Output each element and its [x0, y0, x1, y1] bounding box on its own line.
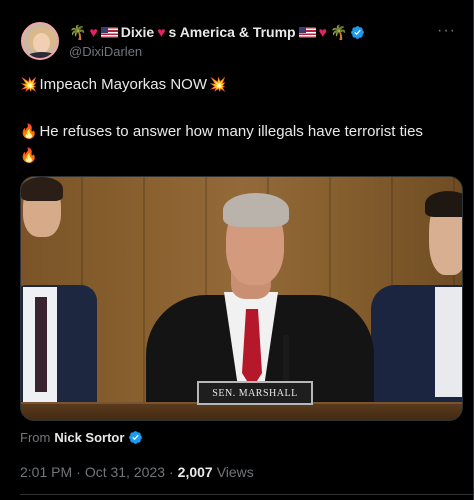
views-label: Views — [216, 464, 254, 480]
nameplate: SEN. MARSHALL — [197, 381, 313, 405]
tweet-text-headline: Impeach Mayorkas NOW — [39, 76, 207, 93]
tweet-text-line-2: 🔥 He refuses to answer how many illegals… — [20, 123, 423, 140]
collision-icon: 💥 — [20, 76, 38, 92]
display-name[interactable]: 🌴 ♥ Dixie ♥ s America & Trump ♥ 🌴 — [69, 22, 365, 42]
palm-tree-icon: 🌴 — [69, 24, 87, 40]
tweet[interactable]: 🌴 ♥ Dixie ♥ s America & Trump ♥ 🌴 @DixiD… — [0, 0, 474, 500]
meta-separator: · — [168, 464, 174, 480]
tweet-time[interactable]: 2:01 PM — [20, 464, 72, 480]
heart-icon: ♥ — [318, 24, 327, 40]
avatar[interactable] — [21, 22, 59, 60]
heart-icon: ♥ — [89, 24, 98, 40]
source-name[interactable]: Nick Sortor — [54, 430, 124, 445]
us-flag-icon — [298, 26, 316, 38]
divider — [20, 494, 474, 495]
heart-icon: ♥ — [157, 24, 166, 40]
tweet-text-body: He refuses to answer how many illegals h… — [39, 123, 423, 140]
tweet-text-line-1: 💥 Impeach Mayorkas NOW 💥 — [20, 76, 226, 93]
handle[interactable]: @DixiDarlen — [69, 44, 142, 59]
video-media[interactable]: SEN. MARSHALL — [20, 176, 463, 421]
palm-tree-icon: 🌴 — [329, 24, 348, 40]
fire-icon: 🔥 — [20, 123, 38, 139]
tweet-date[interactable]: Oct 31, 2023 — [85, 464, 165, 480]
display-name-part-1: Dixie — [120, 24, 155, 40]
fire-icon: 🔥 — [20, 147, 38, 163]
verified-badge-icon — [129, 431, 143, 444]
verified-badge-icon — [351, 25, 365, 39]
more-icon[interactable]: ··· — [437, 22, 456, 40]
us-flag-icon — [100, 26, 118, 38]
source-prefix: From — [20, 430, 51, 445]
meta-separator: · — [76, 464, 81, 480]
video-source: From Nick Sortor — [20, 430, 143, 445]
tweet-text-line-3: 🔥 — [20, 147, 37, 164]
views-count: 2,007 — [177, 464, 213, 480]
display-name-part-2: s America & Trump — [168, 24, 296, 40]
collision-icon: 💥 — [208, 76, 227, 92]
tweet-meta: 2:01 PM · Oct 31, 2023 · 2,007 Views — [20, 464, 254, 480]
